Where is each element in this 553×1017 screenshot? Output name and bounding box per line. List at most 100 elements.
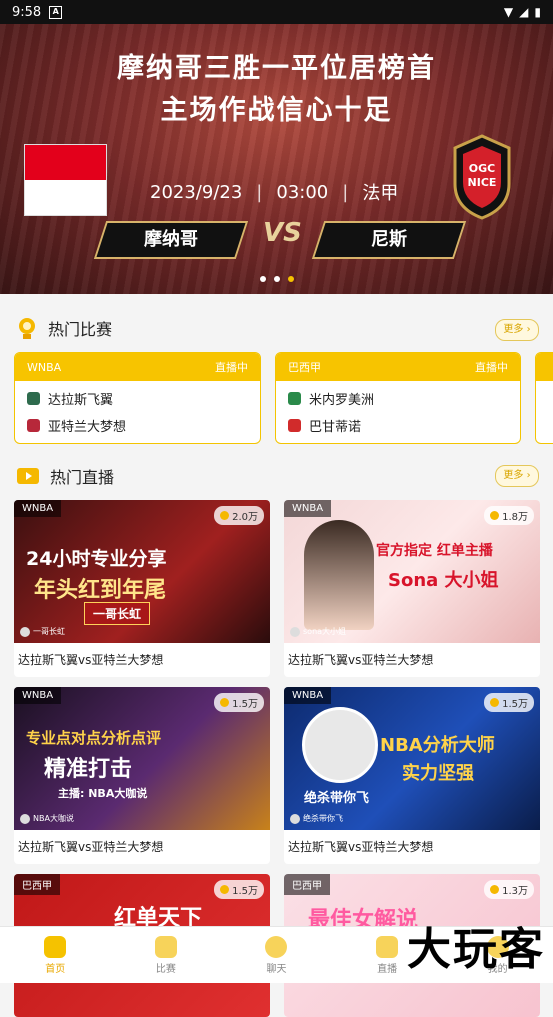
live-tv-icon [17, 468, 39, 484]
thumb-text: 实力坚强 [402, 763, 474, 784]
tab-matches[interactable]: 比赛 [111, 927, 222, 983]
monaco-flag-icon [24, 144, 107, 216]
stream-card[interactable]: 24小时专业分享 年头红到年尾 一哥长虹 WNBA 2.0万 一哥长虹 达拉斯飞… [14, 500, 270, 677]
hot-matches-more-button[interactable]: 更多 › [495, 319, 539, 341]
team-logo-icon [27, 419, 40, 432]
viewer-count: 1.5万 [214, 880, 264, 899]
viewer-count: 1.5万 [484, 693, 534, 712]
stream-card[interactable]: 专业点对点分析点评 精准打击 主播: NBA大咖说 WNBA 1.5万 NBA大… [14, 687, 270, 864]
hot-live-header: 热门直播 [16, 464, 114, 488]
team-logo-icon [27, 392, 40, 405]
tab-home[interactable]: 首页 [0, 927, 111, 983]
vs-label: VS [263, 218, 302, 248]
hot-live-title: 热门直播 [50, 468, 115, 487]
avatar [20, 813, 30, 824]
match-status: 直播中 [475, 361, 508, 374]
stream-title: 达拉斯飞翼vs亚特兰大梦想 [18, 653, 164, 667]
hot-matches-title: 热门比赛 [48, 320, 113, 339]
team-logo-icon [288, 419, 301, 432]
viewer-count: 2.0万 [214, 506, 264, 525]
fire-icon [490, 511, 500, 520]
avatar [20, 626, 30, 637]
stream-title: 达拉斯飞翼vs亚特兰大梦想 [288, 653, 434, 667]
stream-league-badge: WNBA [14, 500, 62, 517]
fire-icon [220, 885, 230, 894]
stream-league-badge: WNBA [14, 687, 62, 704]
tab-chat[interactable]: 聊天 [221, 927, 332, 983]
notification-icon: A [49, 5, 63, 19]
stream-card[interactable]: NBA分析大师 实力坚强 绝杀带你飞 WNBA 1.5万 绝杀带你飞 达拉斯飞翼… [284, 687, 540, 864]
thumb-text: NBA分析大师 [380, 735, 495, 756]
thumb-text: 绝杀带你飞 [304, 791, 370, 806]
live-icon [376, 935, 399, 958]
stream-thumbnail: NBA分析大师 实力坚强 绝杀带你飞 WNBA 1.5万 绝杀带你飞 [284, 687, 540, 830]
signal-icon: ◢ [519, 5, 529, 19]
stream-league-badge: WNBA [284, 500, 332, 517]
stream-thumbnail: 官方指定 红单主播 Sona 大小姐 WNBA 1.8万 sona大小姐 [284, 500, 540, 643]
thumb-text: 一哥长虹 [84, 602, 151, 625]
thumb-text: 年头红到年尾 [34, 578, 167, 603]
stream-host: 一哥长虹 [20, 626, 65, 637]
carousel-dot[interactable] [259, 276, 266, 282]
match-card-partial[interactable] [535, 352, 553, 444]
ticket-icon [154, 935, 177, 958]
stream-card[interactable]: 官方指定 红单主播 Sona 大小姐 WNBA 1.8万 sona大小姐 达拉斯… [284, 500, 540, 677]
carousel-dot-active[interactable] [287, 276, 294, 282]
match-league: 法甲 [362, 183, 399, 204]
stream-thumbnail: 专业点对点分析点评 精准打击 主播: NBA大咖说 WNBA 1.5万 NBA大… [14, 687, 270, 830]
match-league: 巴西甲 [288, 361, 321, 374]
stream-thumbnail: 24小时专业分享 年头红到年尾 一哥长虹 WNBA 2.0万 一哥长虹 [14, 500, 270, 643]
fire-icon [490, 885, 500, 894]
carousel-dot[interactable] [273, 276, 280, 282]
fire-icon [220, 698, 230, 707]
stream-title: 达拉斯飞翼vs亚特兰大梦想 [288, 840, 434, 854]
viewer-count: 1.3万 [484, 880, 534, 899]
svg-text:OGC: OGC [469, 162, 495, 175]
svg-text:NICE: NICE [468, 176, 497, 189]
hot-live-more-button[interactable]: 更多 › [495, 465, 539, 487]
viewer-count: 1.8万 [484, 506, 534, 525]
stream-title: 达拉斯飞翼vs亚特兰大梦想 [18, 840, 164, 854]
chat-icon [265, 935, 288, 958]
stream-league-badge: WNBA [284, 687, 332, 704]
match-status: 直播中 [215, 361, 248, 374]
thumb-text: 24小时专业分享 [26, 548, 167, 570]
hot-matches-header: 热门比赛 [16, 316, 112, 340]
match-card[interactable]: 巴西甲 直播中 米内罗美洲 巴甘蒂诺 [275, 352, 521, 444]
team-logo-icon [288, 392, 301, 405]
stream-host: 绝杀带你飞 [290, 813, 343, 824]
host-photo [304, 520, 374, 630]
fire-icon [220, 511, 230, 520]
team-name: 达拉斯飞翼 [48, 393, 114, 408]
wifi-icon: ▼ [503, 5, 514, 19]
banner-title-line1: 摩纳哥三胜一平位居榜首 [117, 53, 436, 84]
thumb-text: Sona 大小姐 [388, 570, 499, 591]
thumb-text: 精准打击 [44, 757, 133, 782]
banner-match-info: 2023/9/23 | 03:00 | 法甲 [150, 179, 398, 205]
home-icon [44, 935, 67, 958]
watermark: 大玩客 [407, 924, 545, 975]
stream-league-badge: 巴西甲 [14, 874, 60, 895]
avatar [290, 626, 300, 637]
thumb-text: 官方指定 红单主播 [376, 543, 493, 559]
fire-icon [490, 698, 500, 707]
carousel-indicator [0, 276, 553, 282]
away-team-tag: 尼斯 [311, 221, 467, 259]
match-date: 2023/9/23 [150, 181, 243, 203]
match-league: WNBA [27, 360, 62, 374]
match-time: 03:00 [276, 181, 329, 203]
thumb-text: 专业点对点分析点评 [26, 729, 162, 747]
nice-crest-icon: OGC NICE [453, 134, 511, 220]
stream-league-badge: 巴西甲 [284, 874, 330, 895]
team-name: 亚特兰大梦想 [48, 420, 127, 435]
host-photo [302, 707, 378, 783]
banner-carousel[interactable]: 摩纳哥三胜一平位居榜首 主场作战信心十足 2023/9/23 | 03:00 |… [0, 24, 553, 294]
status-bar: 9:58 A ▼ ◢ ▮ [0, 0, 553, 24]
status-time: 9:58 [12, 4, 42, 20]
match-card[interactable]: WNBA 直播中 达拉斯飞翼 亚特兰大梦想 [14, 352, 261, 444]
battery-icon: ▮ [534, 5, 541, 19]
thumb-text: 主播: NBA大咖说 [58, 787, 148, 800]
banner-title-line2: 主场作战信心十足 [160, 95, 393, 126]
team-name: 米内罗美洲 [309, 393, 375, 408]
home-team-tag: 摩纳哥 [93, 221, 249, 259]
